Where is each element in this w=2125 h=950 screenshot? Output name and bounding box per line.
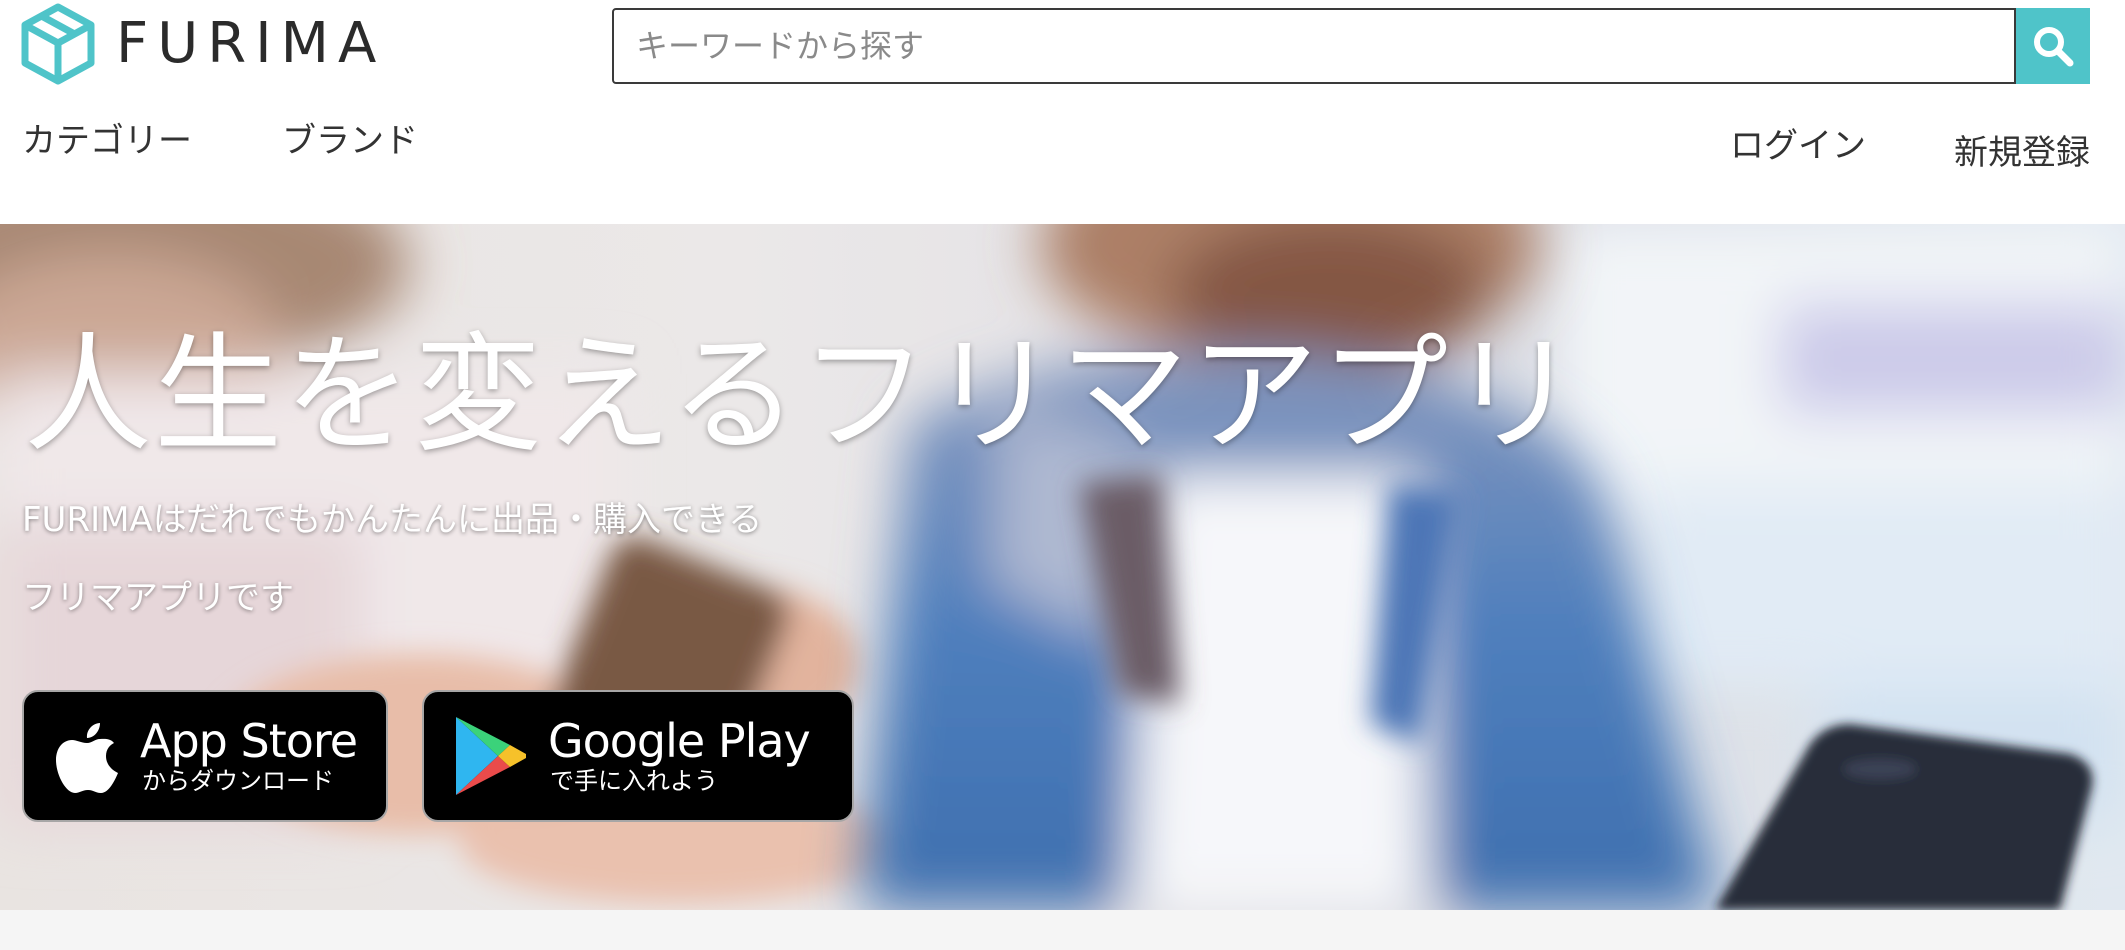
next-section-edge <box>0 910 2125 950</box>
app-store-caption: からダウンロード <box>142 766 334 795</box>
search-icon <box>2034 27 2074 67</box>
search-input[interactable] <box>612 8 2016 84</box>
google-play-icon <box>456 717 526 795</box>
nav-right: ログイン 新規登録 <box>1730 120 2090 178</box>
hero-subtitle-line1: FURIMAはだれでもかんたんに出品・購入できる <box>22 500 763 540</box>
box-cube-icon <box>21 3 95 85</box>
hero-banner: 人生を変えるフリマアプリ FURIMAはだれでもかんたんに出品・購入できる フリ… <box>0 224 2125 910</box>
google-play-caption: で手に入れよう <box>550 766 718 795</box>
hero-title: 人生を変えるフリマアプリ <box>24 321 1581 470</box>
app-store-badge[interactable]: App Store からダウンロード <box>22 690 388 822</box>
google-play-title: Google Play <box>548 714 811 769</box>
search-button[interactable] <box>2016 8 2090 84</box>
site-header: FURIMA カテゴリー ブランド ログイン 新規登録 <box>0 0 2125 224</box>
google-play-texts: Google Play で手に入れよう <box>548 714 811 795</box>
app-store-texts: App Store からダウンロード <box>140 714 358 795</box>
nav-category-link[interactable]: カテゴリー <box>22 116 192 166</box>
hero-subtitle-line2: フリマアプリです <box>22 578 294 618</box>
signup-link[interactable]: 新規登録 <box>1954 128 2090 178</box>
nav-brand-link[interactable]: ブランド <box>282 116 418 166</box>
site-logo[interactable]: FURIMA <box>20 2 385 86</box>
logo-text: FURIMA <box>116 11 386 76</box>
search-box <box>612 8 2090 84</box>
login-link[interactable]: ログイン <box>1730 121 1866 171</box>
apple-icon <box>56 723 118 793</box>
nav-left: カテゴリー ブランド <box>22 116 508 166</box>
google-play-badge[interactable]: Google Play で手に入れよう <box>422 690 854 822</box>
app-store-title: App Store <box>140 714 358 769</box>
